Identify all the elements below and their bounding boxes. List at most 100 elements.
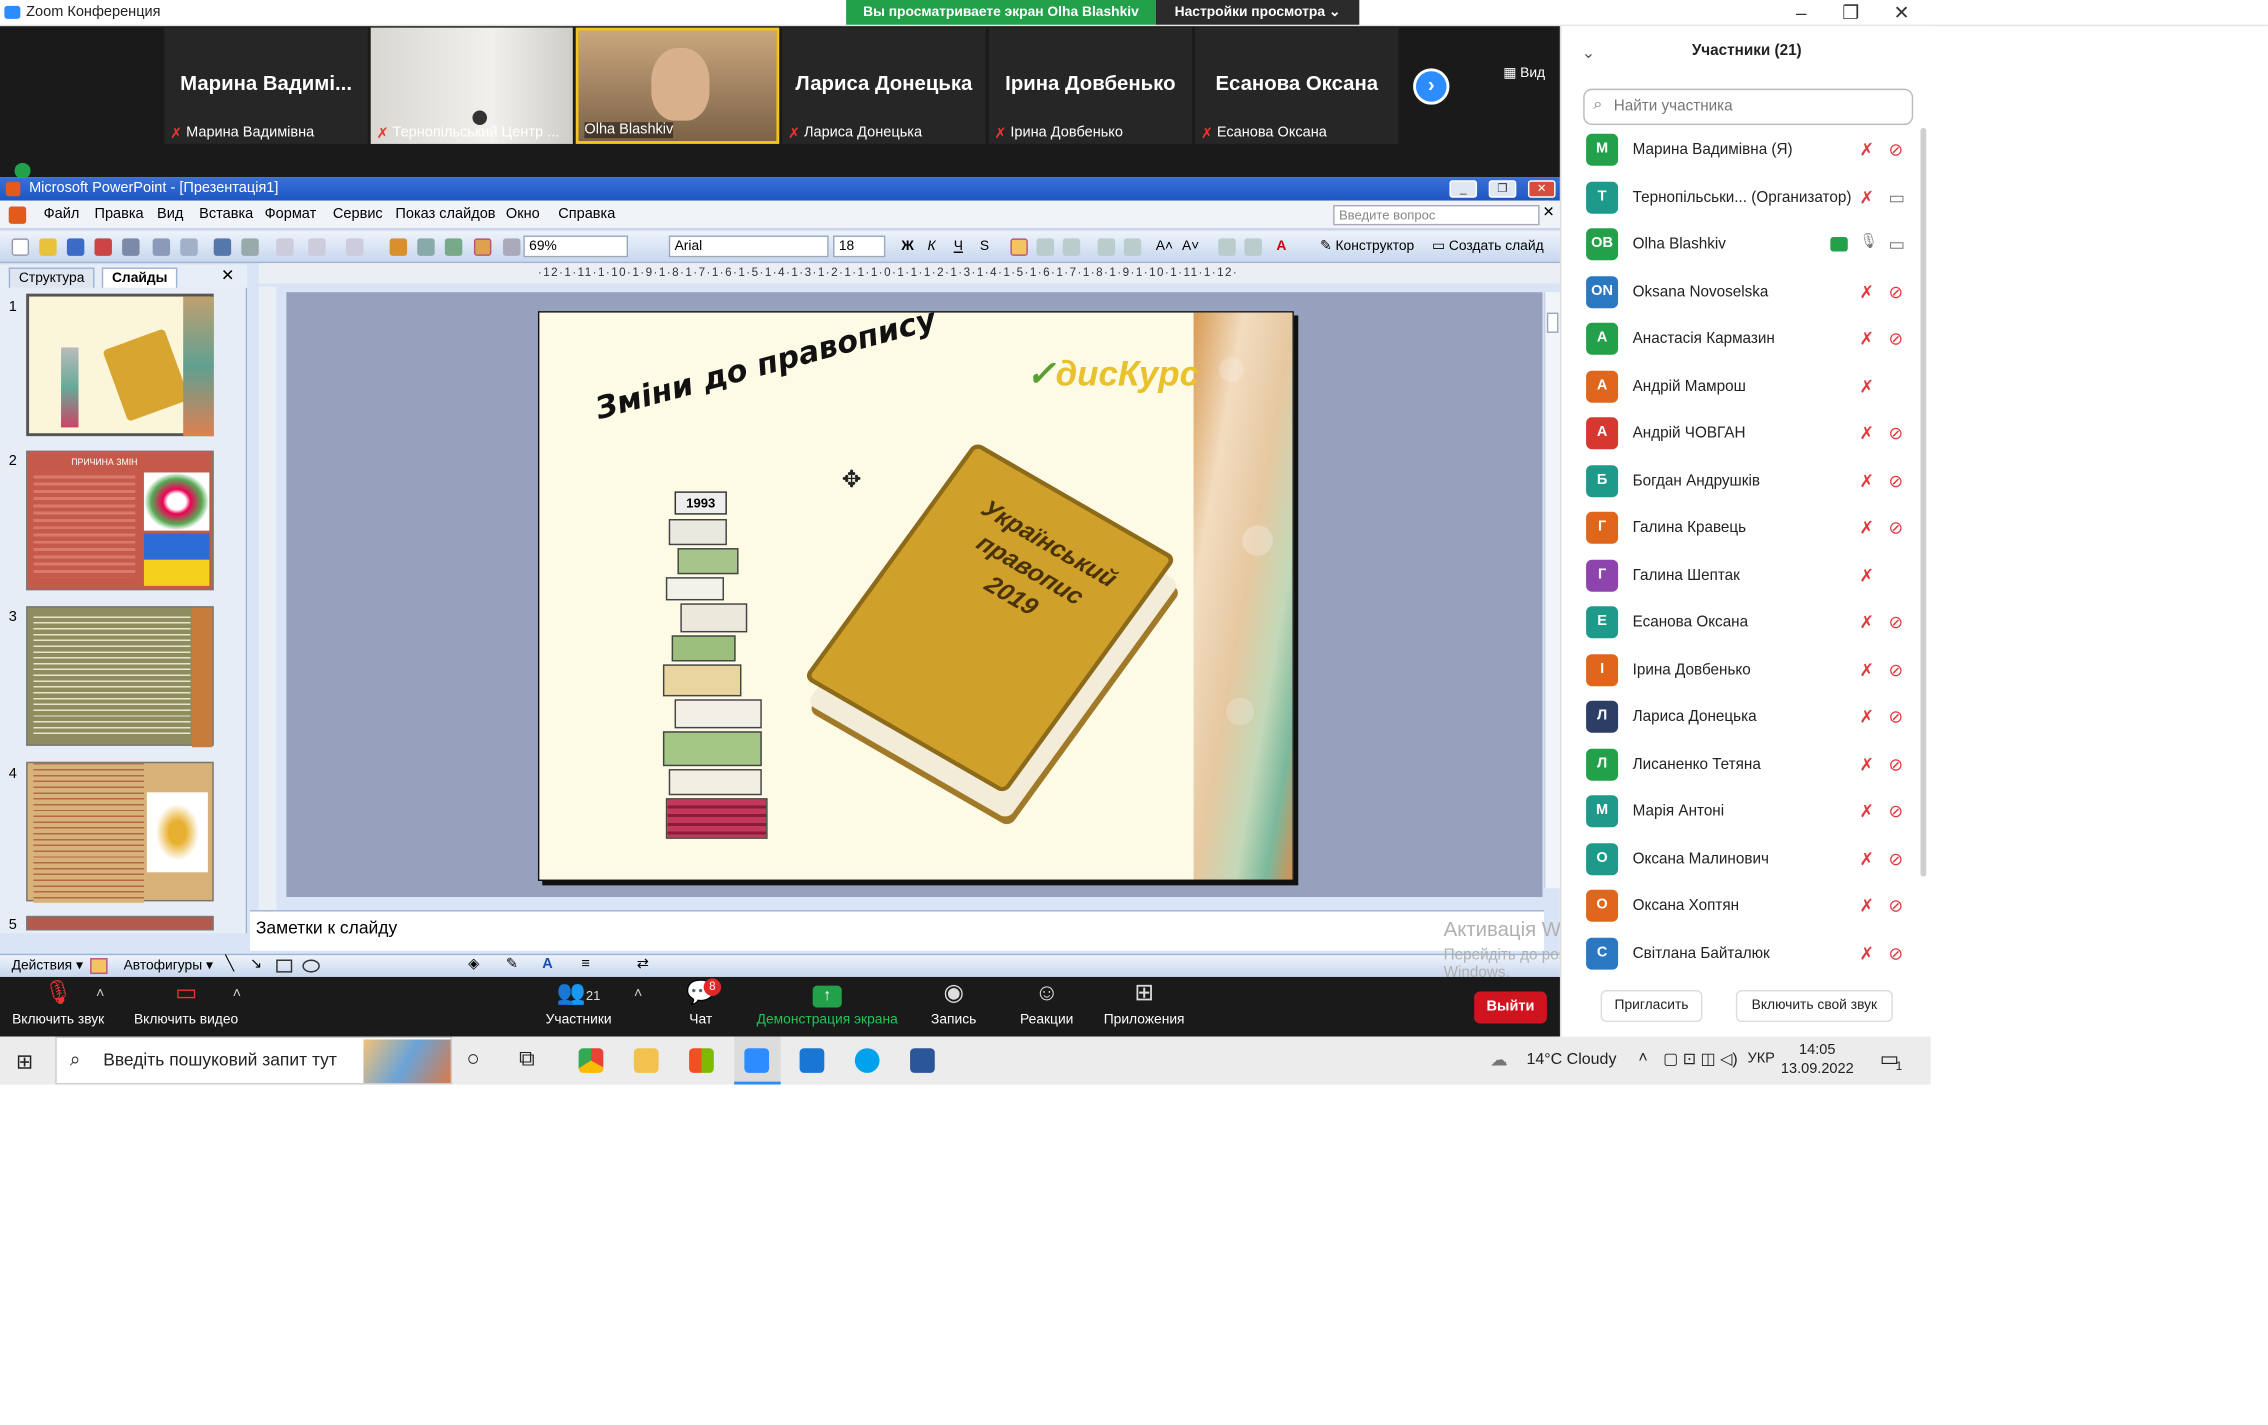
- align-left-icon[interactable]: [1010, 238, 1028, 256]
- video-off-icon[interactable]: ⊘: [1888, 943, 1903, 963]
- file-explorer-icon[interactable]: [633, 1048, 659, 1073]
- new-icon[interactable]: [11, 238, 30, 256]
- close-button[interactable]: ✕: [1877, 0, 1926, 26]
- video-tile-active-speaker[interactable]: Olha Blashkiv: [575, 27, 780, 144]
- line-color-icon[interactable]: ✎: [506, 957, 518, 973]
- next-page-arrow-icon[interactable]: ›: [1413, 68, 1450, 105]
- task-view-icon[interactable]: ⧉: [519, 1047, 535, 1072]
- video-on-icon[interactable]: ▭: [1888, 234, 1904, 254]
- oval-icon[interactable]: [302, 959, 320, 973]
- arrow-icon[interactable]: ↘: [250, 957, 262, 973]
- slide-thumb-3[interactable]: [26, 606, 214, 748]
- question-input[interactable]: Введите вопрос: [1333, 204, 1540, 226]
- font-color-icon[interactable]: A: [542, 957, 553, 973]
- mic-on-icon[interactable]: 🎙︎: [1859, 234, 1877, 250]
- align-right-icon[interactable]: [1062, 238, 1081, 256]
- mic-muted-icon[interactable]: ✗: [1859, 754, 1874, 774]
- shadow-button[interactable]: S: [980, 238, 989, 254]
- mic-muted-icon[interactable]: ✗: [1859, 565, 1874, 585]
- video-off-icon[interactable]: ⊘: [1888, 329, 1903, 349]
- pp-minimize-button[interactable]: _: [1449, 180, 1478, 198]
- video-tile[interactable]: Лариса Донецька ✗ Лариса Донецька: [782, 27, 986, 144]
- mail-icon[interactable]: [799, 1048, 825, 1073]
- video-off-icon[interactable]: ⊘: [1888, 754, 1903, 774]
- chart-icon[interactable]: [389, 238, 408, 256]
- participant-row[interactable]: ON Oksana Novoselska ✗ ⊘: [1583, 270, 1917, 317]
- participants-button[interactable]: 👥21 Участники: [538, 977, 619, 1037]
- mic-muted-icon[interactable]: ✗: [1859, 470, 1874, 490]
- new-slide-button[interactable]: ▭ Создать слайд: [1432, 238, 1544, 254]
- tab-structure[interactable]: Структура: [8, 267, 95, 288]
- windows-start-icon[interactable]: ⊞: [16, 1050, 33, 1075]
- research-icon[interactable]: [241, 238, 259, 256]
- mic-muted-icon[interactable]: ✗: [1859, 659, 1874, 679]
- tray-chevron-icon[interactable]: ˄: [1638, 1050, 1647, 1067]
- font-size-select[interactable]: 18: [833, 235, 886, 258]
- italic-button[interactable]: К: [928, 238, 936, 254]
- participant-row[interactable]: Л Лисаненко Тетяна ✗ ⊘: [1583, 742, 1917, 789]
- mic-muted-icon[interactable]: ✗: [1859, 376, 1874, 396]
- video-on-icon[interactable]: ▭: [1888, 187, 1904, 207]
- video-off-icon[interactable]: ⊘: [1888, 896, 1903, 916]
- share-screen-button[interactable]: ↑ Демонстрация экрана: [749, 977, 906, 1037]
- zoom-select[interactable]: 69%: [523, 235, 629, 258]
- bullets-icon[interactable]: [1123, 238, 1142, 256]
- notes-pane[interactable]: Заметки к слайду: [250, 910, 1544, 951]
- pp-restore-button[interactable]: ❐: [1488, 180, 1517, 198]
- participant-row[interactable]: Л Лариса Донецька ✗ ⊘: [1583, 695, 1917, 742]
- tray-icons[interactable]: ▢ ⊡ ◫ ◁): [1663, 1050, 1738, 1068]
- menu-edit[interactable]: Правка: [94, 206, 143, 222]
- video-options-chevron-icon[interactable]: ˄: [233, 986, 241, 1002]
- slide-thumb-1[interactable]: [26, 293, 214, 437]
- start-video-button[interactable]: ▭ Включить видео: [125, 977, 247, 1037]
- participant-row[interactable]: О Оксана Хоптян ✗ ⊘: [1583, 884, 1917, 931]
- increase-indent-icon[interactable]: [1244, 238, 1262, 256]
- video-tile[interactable]: Ірина Довбенько ✗ Ірина Довбенько: [988, 27, 1193, 144]
- format-painter-icon[interactable]: [276, 238, 294, 256]
- participant-row[interactable]: А Андрій Мамрош ✗: [1583, 364, 1917, 411]
- unmute-me-button[interactable]: Включить свой звук: [1735, 990, 1893, 1023]
- cortana-icon[interactable]: ○: [467, 1047, 480, 1072]
- video-off-icon[interactable]: ⊘: [1888, 281, 1903, 301]
- participant-row[interactable]: Г Галина Шептак ✗: [1583, 553, 1917, 600]
- fill-color-icon[interactable]: ◈: [468, 957, 479, 973]
- mic-muted-icon[interactable]: ✗: [1859, 187, 1874, 207]
- video-tile[interactable]: ✗ Тернопільський Центр ...: [370, 27, 573, 144]
- select-objects-icon[interactable]: [90, 958, 108, 975]
- weather-text[interactable]: 14°C Cloudy: [1526, 1051, 1616, 1068]
- mic-muted-icon[interactable]: ✗: [1859, 943, 1874, 963]
- underline-button[interactable]: Ч: [954, 238, 963, 254]
- view-button[interactable]: ▦ Вид: [1503, 65, 1545, 81]
- close-pane-icon[interactable]: ✕: [221, 266, 234, 284]
- keyboard-language[interactable]: УКР: [1747, 1051, 1774, 1067]
- undo-icon[interactable]: [308, 238, 326, 256]
- video-off-icon[interactable]: ⊘: [1888, 612, 1903, 632]
- minimize-button[interactable]: –: [1777, 0, 1826, 26]
- mic-muted-icon[interactable]: ✗: [1859, 423, 1874, 443]
- participant-row[interactable]: І Ірина Довбенько ✗ ⊘: [1583, 648, 1917, 695]
- video-off-icon[interactable]: ⊘: [1888, 659, 1903, 679]
- taskbar-clock[interactable]: 14:05 13.09.2022: [1781, 1041, 1854, 1079]
- microsoft-store-icon[interactable]: [689, 1048, 714, 1073]
- participant-row[interactable]: Б Богдан Андрушків ✗ ⊘: [1583, 459, 1917, 506]
- video-off-icon[interactable]: ⊘: [1888, 140, 1903, 160]
- menu-service[interactable]: Сервис: [333, 206, 383, 222]
- video-off-icon[interactable]: ⊘: [1888, 801, 1903, 821]
- rectangle-icon[interactable]: [276, 959, 293, 973]
- apps-button[interactable]: ⊞ Приложения: [1099, 977, 1189, 1037]
- participant-scrollbar[interactable]: [1920, 127, 1927, 877]
- actions-menu[interactable]: Действия ▾: [12, 958, 83, 974]
- table-icon[interactable]: [417, 238, 435, 256]
- participant-row[interactable]: Т Тернопільськи... (Организатор) ✗ ▭: [1583, 175, 1917, 222]
- autoshapes-menu[interactable]: Автофигуры ▾: [124, 958, 213, 974]
- view-options-button[interactable]: Настройки просмотра ⌄: [1155, 0, 1360, 25]
- participant-row[interactable]: А Андрій ЧОВГАН ✗ ⊘: [1583, 411, 1917, 458]
- save-icon[interactable]: [66, 238, 85, 256]
- menu-window[interactable]: Окно: [506, 206, 540, 222]
- participant-row[interactable]: А Анастасія Кармазин ✗ ⊘: [1583, 317, 1917, 364]
- align-center-icon[interactable]: [1036, 238, 1055, 256]
- menu-insert[interactable]: Вставка: [199, 206, 253, 222]
- slide-thumb-4[interactable]: [26, 761, 214, 903]
- decrease-indent-icon[interactable]: [1218, 238, 1236, 256]
- audio-options-chevron-icon[interactable]: ˄: [96, 986, 104, 1002]
